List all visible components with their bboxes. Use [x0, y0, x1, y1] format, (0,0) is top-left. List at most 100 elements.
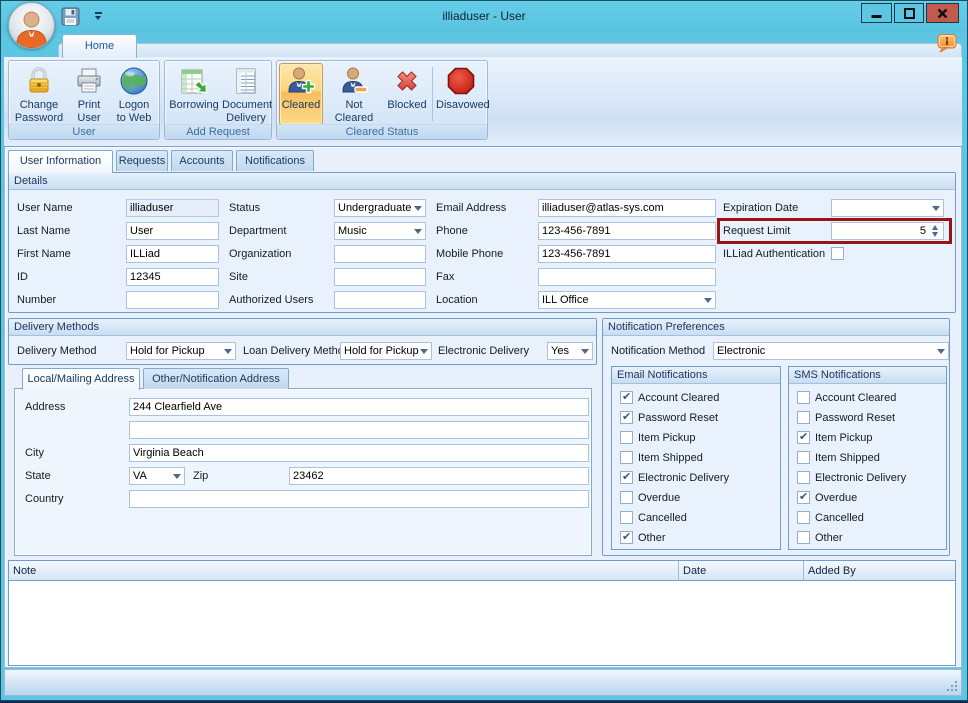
quick-access-customize-icon[interactable]: [95, 12, 102, 23]
tab-notifications[interactable]: Notifications: [236, 150, 314, 171]
site-label: Site: [229, 268, 248, 286]
resize-grip-icon[interactable]: [946, 680, 957, 691]
email-cancelled-checkbox[interactable]: [620, 511, 633, 524]
loan-delivery-method-dropdown[interactable]: Hold for Pickup: [340, 342, 432, 360]
email-notifications-group: Email Notifications Account Cleared Pass…: [611, 366, 781, 550]
illiad-authentication-checkbox[interactable]: [831, 247, 844, 260]
dropdown-arrow-icon[interactable]: [578, 343, 592, 359]
country-field[interactable]: [129, 490, 589, 508]
document-table-icon: [230, 65, 262, 97]
status-label: Status: [229, 199, 260, 217]
sms-overdue-label: Overdue: [815, 491, 857, 505]
email-address-field[interactable]: illiaduser@atlas-sys.com: [538, 199, 716, 217]
dropdown-arrow-icon[interactable]: [411, 223, 425, 239]
last-name-field[interactable]: User: [126, 222, 219, 240]
sms-item-pickup-checkbox[interactable]: [797, 431, 810, 444]
dropdown-arrow-icon[interactable]: [417, 343, 431, 359]
logon-to-web-button[interactable]: Logon to Web: [111, 63, 157, 125]
state-dropdown[interactable]: VA: [129, 467, 185, 485]
disavowed-button[interactable]: Disavowed: [435, 63, 487, 125]
ribbon-group-add-request: Borrowing Document Delivery Add Request: [164, 60, 272, 140]
help-button[interactable]: [936, 33, 958, 53]
email-overdue-label: Overdue: [638, 491, 680, 505]
electronic-delivery-label: Electronic Delivery: [438, 342, 529, 360]
tab-user-information[interactable]: User Information: [8, 150, 113, 173]
tab-local-mailing-address[interactable]: Local/Mailing Address: [22, 368, 140, 390]
email-password-reset-checkbox[interactable]: [620, 411, 633, 424]
sms-other-checkbox[interactable]: [797, 531, 810, 544]
fax-field[interactable]: [538, 268, 716, 286]
delivery-method-value: Hold for Pickup: [130, 345, 205, 357]
delivery-method-dropdown[interactable]: Hold for Pickup: [126, 342, 236, 360]
organization-field[interactable]: [334, 245, 426, 263]
maximize-button[interactable]: [894, 3, 924, 23]
save-button[interactable]: [61, 7, 81, 26]
sms-password-reset-checkbox[interactable]: [797, 411, 810, 424]
email-item-shipped-checkbox[interactable]: [620, 451, 633, 464]
expiration-date-dropdown[interactable]: [831, 199, 944, 217]
email-electronic-delivery-checkbox[interactable]: [620, 471, 633, 484]
dropdown-arrow-icon[interactable]: [929, 200, 943, 216]
sms-overdue-checkbox[interactable]: [797, 491, 810, 504]
sms-other-label: Other: [815, 531, 843, 545]
authorized-users-field[interactable]: [334, 291, 426, 309]
blocked-button[interactable]: Blocked: [385, 63, 429, 125]
minimize-button[interactable]: [861, 3, 892, 23]
dropdown-arrow-icon[interactable]: [934, 343, 948, 359]
first-name-field[interactable]: ILLiad: [126, 245, 219, 263]
notification-preferences-header: Notification Preferences: [603, 319, 949, 336]
address-line2-field[interactable]: [129, 421, 589, 439]
first-name-label: First Name: [17, 245, 71, 263]
user-name-field[interactable]: illiaduser: [126, 199, 219, 217]
email-electronic-delivery-label: Electronic Delivery: [638, 471, 729, 485]
cleared-button[interactable]: Cleared: [279, 63, 323, 125]
illiad-user-window: { "window": { "title": "illiaduser - Use…: [0, 0, 968, 703]
organization-label: Organization: [229, 245, 291, 263]
authorized-users-label: Authorized Users: [229, 291, 313, 309]
tab-accounts[interactable]: Accounts: [171, 150, 233, 171]
zip-field[interactable]: 23462: [289, 467, 589, 485]
id-field[interactable]: 12345: [126, 268, 219, 286]
sms-account-cleared-checkbox[interactable]: [797, 391, 810, 404]
tab-other-notification-address[interactable]: Other/Notification Address: [143, 368, 289, 389]
dropdown-arrow-icon[interactable]: [170, 468, 184, 484]
ribbon-group-caption: Add Request: [165, 124, 271, 139]
number-field[interactable]: [126, 291, 219, 309]
change-password-button[interactable]: Change Password: [11, 63, 67, 125]
status-dropdown[interactable]: Undergraduate: [334, 199, 426, 217]
email-other-checkbox[interactable]: [620, 531, 633, 544]
email-account-cleared-checkbox[interactable]: [620, 391, 633, 404]
location-dropdown[interactable]: ILL Office: [538, 291, 716, 309]
close-button[interactable]: [926, 3, 959, 23]
borrowing-button[interactable]: Borrowing: [167, 63, 221, 125]
request-limit-spinner[interactable]: 5: [831, 222, 944, 240]
spinner-arrows-icon[interactable]: [929, 223, 942, 239]
button-label: Borrowing: [168, 99, 220, 112]
column-header-added-by[interactable]: Added By: [804, 561, 955, 581]
email-item-pickup-checkbox[interactable]: [620, 431, 633, 444]
electronic-delivery-dropdown[interactable]: Yes: [547, 342, 593, 360]
document-delivery-button[interactable]: Document Delivery: [221, 63, 271, 125]
department-dropdown[interactable]: Music: [334, 222, 426, 240]
sms-electronic-delivery-checkbox[interactable]: [797, 471, 810, 484]
not-cleared-button[interactable]: Not Cleared: [325, 63, 383, 125]
sms-item-shipped-checkbox[interactable]: [797, 451, 810, 464]
notification-method-dropdown[interactable]: Electronic: [713, 342, 949, 360]
city-field[interactable]: Virginia Beach: [129, 444, 589, 462]
sms-cancelled-checkbox[interactable]: [797, 511, 810, 524]
column-header-date[interactable]: Date: [679, 561, 804, 581]
address-line1-field[interactable]: 244 Clearfield Ave: [129, 398, 589, 416]
column-header-note[interactable]: Note: [9, 561, 679, 581]
site-field[interactable]: [334, 268, 426, 286]
dropdown-arrow-icon[interactable]: [411, 200, 425, 216]
dropdown-arrow-icon[interactable]: [701, 292, 715, 308]
print-user-button[interactable]: Print User: [69, 63, 109, 125]
ribbon-tab-home[interactable]: Home: [62, 34, 137, 58]
location-value: ILL Office: [542, 294, 588, 306]
dropdown-arrow-icon[interactable]: [221, 343, 235, 359]
phone-field[interactable]: 123-456-7891: [538, 222, 716, 240]
mobile-phone-field[interactable]: 123-456-7891: [538, 245, 716, 263]
email-overdue-checkbox[interactable]: [620, 491, 633, 504]
application-menu-button[interactable]: [8, 2, 55, 49]
tab-requests[interactable]: Requests: [116, 150, 168, 171]
